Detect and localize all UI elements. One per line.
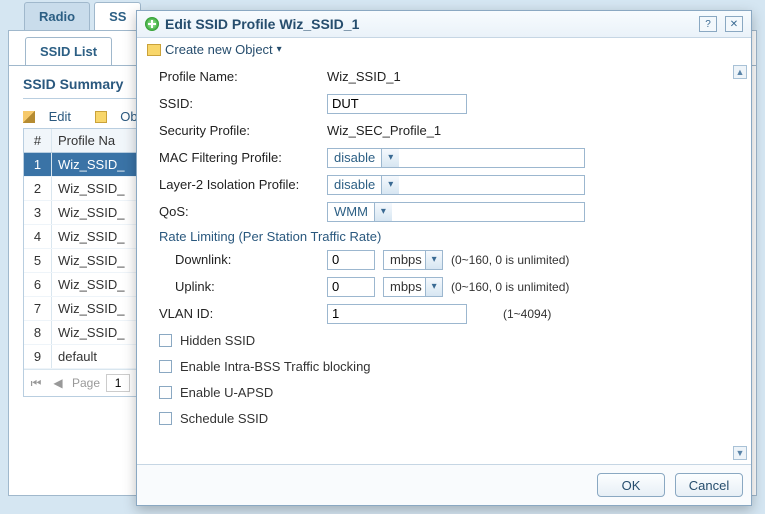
chevron-down-icon[interactable]: ▾ [277, 44, 282, 55]
uplink-hint: (0~160, 0 is unlimited) [451, 280, 569, 294]
create-object-link[interactable]: Create new Object [165, 42, 273, 57]
modal-toolbar: Create new Object ▾ [137, 38, 751, 61]
downlink-unit-select[interactable]: mbps ▾ [383, 250, 443, 270]
chevron-down-icon: ▾ [374, 203, 392, 221]
tab-ssid[interactable]: SS [94, 2, 141, 30]
uplink-unit-select[interactable]: mbps ▾ [383, 277, 443, 297]
chevron-down-icon: ▾ [425, 278, 442, 296]
pager-first-icon[interactable]: ⏮ [28, 376, 44, 391]
scroll-down-button[interactable]: ▼ [733, 446, 747, 460]
edit-icon [23, 111, 35, 123]
downlink-label: Downlink: [159, 252, 319, 267]
add-icon [145, 17, 159, 31]
intra-bss-label: Enable Intra-BSS Traffic blocking [180, 359, 371, 374]
uapsd-checkbox[interactable] [159, 386, 172, 399]
object-icon [95, 111, 107, 123]
profile-name-label: Profile Name: [159, 69, 319, 84]
intra-bss-checkbox[interactable] [159, 360, 172, 373]
schedule-ssid-label: Schedule SSID [180, 411, 268, 426]
edit-button[interactable]: Edit [23, 109, 81, 124]
mac-filter-label: MAC Filtering Profile: [159, 150, 319, 165]
help-button[interactable]: ? [699, 16, 717, 32]
close-button[interactable]: ✕ [725, 16, 743, 32]
downlink-hint: (0~160, 0 is unlimited) [451, 253, 569, 267]
mac-filter-select[interactable]: disable ▾ [327, 148, 585, 168]
uplink-input[interactable] [327, 277, 375, 297]
security-profile-label: Security Profile: [159, 123, 319, 138]
hidden-ssid-checkbox[interactable] [159, 334, 172, 347]
pager-prev-icon[interactable]: ◀ [50, 376, 66, 390]
chevron-down-icon: ▾ [381, 149, 399, 167]
modal-title: Edit SSID Profile Wiz_SSID_1 [165, 16, 691, 32]
uplink-label: Uplink: [159, 279, 319, 294]
pager-label: Page [72, 376, 100, 390]
modal-footer: OK Cancel [137, 464, 751, 505]
qos-select[interactable]: WMM ▾ [327, 202, 585, 222]
profile-name-value: Wiz_SSID_1 [327, 69, 401, 84]
schedule-ssid-checkbox[interactable] [159, 412, 172, 425]
modal-titlebar: Edit SSID Profile Wiz_SSID_1 ? ✕ [137, 11, 751, 38]
chevron-down-icon: ▾ [381, 176, 399, 194]
col-num[interactable]: # [24, 129, 52, 152]
scroll-up-button[interactable]: ▲ [733, 65, 747, 79]
ssid-label: SSID: [159, 96, 319, 111]
ssid-input[interactable] [327, 94, 467, 114]
l2-isolation-label: Layer-2 Isolation Profile: [159, 177, 319, 192]
object-icon [147, 44, 161, 56]
l2-isolation-select[interactable]: disable ▾ [327, 175, 585, 195]
vlan-label: VLAN ID: [159, 306, 319, 321]
cancel-button[interactable]: Cancel [675, 473, 743, 497]
tab-ssid-list[interactable]: SSID List [25, 37, 112, 65]
rate-limiting-heading: Rate Limiting (Per Station Traffic Rate) [159, 229, 729, 244]
qos-label: QoS: [159, 204, 319, 219]
modal-body: ▲ Profile Name: Wiz_SSID_1 SSID: Securit… [137, 61, 751, 464]
uapsd-label: Enable U-APSD [180, 385, 273, 400]
vlan-input[interactable] [327, 304, 467, 324]
chevron-down-icon: ▾ [425, 251, 442, 269]
edit-ssid-modal: Edit SSID Profile Wiz_SSID_1 ? ✕ Create … [136, 10, 752, 506]
hidden-ssid-label: Hidden SSID [180, 333, 255, 348]
ok-button[interactable]: OK [597, 473, 665, 497]
pager-page-input[interactable] [106, 374, 130, 392]
tab-radio[interactable]: Radio [24, 2, 90, 30]
security-profile-value: Wiz_SEC_Profile_1 [327, 123, 441, 138]
downlink-input[interactable] [327, 250, 375, 270]
vlan-hint: (1~4094) [503, 307, 551, 321]
